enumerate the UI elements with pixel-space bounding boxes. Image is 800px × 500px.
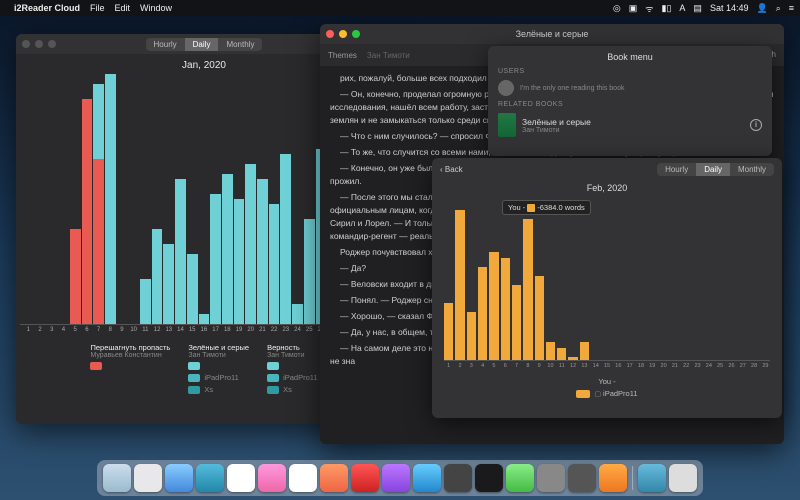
bar-day-3[interactable] (467, 312, 476, 360)
bar-day-5[interactable] (70, 229, 81, 324)
menubar-status: ◎ ▣ ᯤ ▮▯ A ▤ Sat 14:49 👤 ⌕ ≡ (613, 2, 794, 15)
bar-day-14[interactable] (175, 179, 186, 324)
legend-book[interactable]: ВерностьЗан ТимотиiPadPro11Xs (267, 343, 317, 394)
stats-range-segment[interactable]: Hourly Daily Monthly (146, 38, 263, 51)
bar-day-4[interactable] (478, 267, 487, 360)
clock[interactable]: Sat 14:49 (710, 3, 749, 13)
bar-day-8[interactable] (523, 219, 532, 360)
dock-app[interactable] (506, 464, 534, 492)
dock-app[interactable] (382, 464, 410, 492)
bar-day-22[interactable] (269, 204, 280, 324)
bar-day-21[interactable] (257, 179, 268, 324)
bar-day-20[interactable] (245, 164, 256, 324)
user-row[interactable]: I'm the only one reading this book (488, 77, 772, 99)
dock-downloads[interactable] (638, 464, 666, 492)
seg-hourly[interactable]: Hourly (146, 38, 185, 51)
bar-day-2[interactable] (455, 210, 464, 360)
menu-window[interactable]: Window (140, 3, 172, 13)
dock-app[interactable] (444, 464, 472, 492)
dock-safari[interactable] (165, 464, 193, 492)
bar-day-7[interactable] (93, 84, 104, 324)
reader-title: Зелёные и серые (320, 29, 784, 39)
seg-daily[interactable]: Daily (185, 38, 219, 51)
user-icon[interactable]: 👤 (756, 3, 767, 14)
detail-title: Feb, 2020 (432, 183, 782, 193)
related-book-row[interactable]: Зелёные и серые Зан Тимоти i (488, 110, 772, 140)
dock-tv[interactable] (475, 464, 503, 492)
bar-day-12[interactable] (152, 229, 163, 324)
bar-day-9[interactable] (535, 276, 544, 360)
legend-book[interactable]: Зелёные и серыеЗан ТимотиiPadPro11Xs (188, 343, 249, 394)
bar-day-6[interactable] (82, 99, 93, 324)
bar-day-25[interactable] (304, 219, 315, 324)
bar-day-12[interactable] (568, 357, 577, 360)
siri-icon[interactable]: ≡ (789, 3, 794, 13)
bar-day-23[interactable] (280, 154, 291, 324)
flag-icon[interactable]: ▤ (693, 3, 702, 14)
dock-trash[interactable] (669, 464, 697, 492)
dock (97, 460, 703, 496)
dseg-hourly[interactable]: Hourly (657, 163, 696, 176)
menu-edit[interactable]: Edit (115, 3, 131, 13)
seg-monthly[interactable]: Monthly (218, 38, 262, 51)
dock-mail[interactable] (196, 464, 224, 492)
bar-day-11[interactable] (140, 279, 151, 324)
bar-day-17[interactable] (210, 194, 221, 324)
input-icon[interactable]: A (679, 3, 685, 13)
detail-range-segment[interactable]: Hourly Daily Monthly (657, 163, 774, 176)
avatar (498, 80, 514, 96)
bar-day-5[interactable] (489, 252, 498, 360)
legend-book[interactable]: Перешагнуть пропастьМуравьев Константин (90, 343, 170, 394)
dseg-daily[interactable]: Daily (696, 163, 730, 176)
dock-app[interactable] (568, 464, 596, 492)
status-icon[interactable]: ◎ (613, 3, 621, 14)
bar-day-1[interactable] (444, 303, 453, 360)
wifi-icon[interactable]: ᯤ (645, 2, 653, 15)
dock-app[interactable] (258, 464, 286, 492)
stats-detail-popover: ‹ Back Hourly Daily Monthly Feb, 2020 Yo… (432, 158, 782, 418)
dock-ireader[interactable] (599, 464, 627, 492)
app-name[interactable]: i2Reader Cloud (14, 3, 80, 13)
dock-music[interactable] (351, 464, 379, 492)
dseg-monthly[interactable]: Monthly (730, 163, 774, 176)
info-icon[interactable]: i (750, 119, 762, 131)
book-menu-title: Book menu (488, 50, 772, 66)
dock-finder[interactable] (103, 464, 131, 492)
bar-day-7[interactable] (512, 285, 521, 360)
bar-day-16[interactable] (199, 314, 210, 324)
book-menu-popover: Book menu USERS I'm the only one reading… (488, 46, 772, 156)
dock-app[interactable] (320, 464, 348, 492)
bar-day-19[interactable] (234, 199, 245, 324)
dock-calendar[interactable] (289, 464, 317, 492)
bar-day-11[interactable] (557, 348, 566, 360)
users-section-label: USERS (488, 66, 772, 77)
detail-xaxis: 1234567891011121314151617181920212223242… (444, 363, 770, 369)
menu-file[interactable]: File (90, 3, 105, 13)
bar-day-13[interactable] (163, 244, 174, 324)
dock-appstore[interactable] (413, 464, 441, 492)
book-cover (498, 113, 516, 137)
detail-legend: You - ▢ iPadPro11 (432, 377, 782, 398)
detail-chart (444, 211, 770, 361)
bar-day-10[interactable] (546, 342, 555, 360)
dock-app[interactable] (134, 464, 162, 492)
bar-day-18[interactable] (222, 174, 233, 324)
bar-day-13[interactable] (580, 342, 589, 360)
menubar: i2Reader Cloud File Edit Window ◎ ▣ ᯤ ▮▯… (0, 0, 800, 16)
reader-titlebar[interactable]: Зелёные и серые (320, 24, 784, 44)
dock-settings[interactable] (537, 464, 565, 492)
dock-app[interactable] (227, 464, 255, 492)
bar-day-24[interactable] (292, 304, 303, 324)
back-button[interactable]: ‹ Back (440, 165, 463, 174)
related-section-label: RELATED BOOKS (488, 99, 772, 110)
related-title: Зелёные и серые (522, 117, 591, 127)
related-author: Зан Тимоти (522, 127, 591, 134)
airplay-icon[interactable]: ▣ (629, 3, 638, 14)
spotlight-icon[interactable]: ⌕ (776, 3, 781, 14)
bar-day-15[interactable] (187, 254, 198, 324)
bar-day-8[interactable] (105, 74, 116, 324)
toolbar-themes[interactable]: Themes (328, 51, 357, 60)
battery-icon[interactable]: ▮▯ (662, 3, 672, 14)
bar-day-6[interactable] (501, 258, 510, 360)
